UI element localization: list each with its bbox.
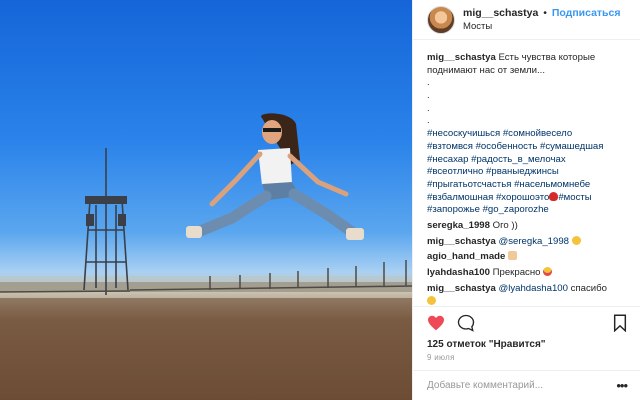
hashtag[interactable]: #всеотлично — [427, 166, 483, 177]
post-header: mig__schastya • Подписаться Мосты — [413, 0, 640, 40]
hashtag[interactable]: #взбалмошная — [427, 192, 493, 203]
comment-username[interactable]: lyahdasha100 — [427, 267, 490, 278]
comment-text: Прекрасно — [492, 267, 541, 279]
heart-emoji-icon — [549, 191, 559, 201]
comment-icon[interactable] — [457, 314, 475, 337]
hashtag[interactable]: #несоскучишься — [427, 128, 500, 139]
comment-item: mig__schastya @lyahdasha100 спасибо — [427, 283, 633, 306]
location-link[interactable]: Мосты — [463, 20, 620, 34]
caption-dot: . — [427, 115, 430, 127]
caption-dot: . — [427, 90, 430, 102]
hashtag[interactable]: #хорошоэто — [496, 192, 549, 203]
comment-mention[interactable]: @seregka_1998 — [498, 236, 569, 247]
like-heart-icon[interactable] — [427, 315, 445, 336]
hashtag[interactable]: #сумашедшая — [540, 141, 603, 152]
action-bar: 125 отметок "Нравится" 9 июля — [413, 306, 640, 362]
thumbs-up-emoji-icon — [508, 251, 518, 261]
header-text: mig__schastya • Подписаться Мосты — [463, 6, 620, 34]
hashtag-list: #несоскучишься #сомнойвесело #взтомвся #… — [427, 128, 633, 217]
post-panel: mig__schastya • Подписаться Мосты mig__s… — [412, 0, 640, 400]
avatar[interactable] — [427, 5, 455, 34]
comments-list[interactable]: mig__schastya Есть чувства которые подни… — [427, 52, 633, 306]
caption: mig__schastya Есть чувства которые подни… — [427, 52, 633, 217]
hashtag[interactable]: #особенность — [476, 141, 538, 152]
hashtag[interactable]: #go_zaporozhe — [483, 204, 549, 215]
hashtag[interactable]: #сомнойвесело — [503, 128, 572, 139]
comment-item: seregka_1998 Ого )) — [427, 220, 633, 233]
caption-dots: . . . . — [427, 77, 633, 128]
hashtag[interactable]: #мосты — [558, 192, 591, 203]
smile-emoji-icon — [571, 235, 581, 245]
header-separator: • — [543, 6, 547, 19]
post-date[interactable]: 9 июля — [427, 353, 455, 362]
jumping-person — [186, 113, 364, 240]
comment-text: Ого )) — [492, 220, 518, 232]
hashtag[interactable]: #запорожье — [427, 204, 480, 215]
more-options-icon[interactable]: ••• — [616, 378, 628, 393]
hashtag[interactable]: #насельмомнебе — [514, 179, 590, 190]
caption-dot: . — [427, 77, 430, 89]
comment-item: lyahdasha100 Прекрасно — [427, 267, 633, 280]
header-username[interactable]: mig__schastya — [463, 7, 538, 19]
caption-dot: . — [427, 102, 430, 114]
comment-text: спасибо — [570, 282, 607, 294]
comment-input[interactable] — [427, 380, 607, 391]
hashtag[interactable]: #несахар — [427, 154, 468, 165]
comment-item: mig__schastya @seregka_1998 — [427, 235, 633, 249]
follow-button[interactable]: Подписаться — [552, 7, 621, 19]
hashtag[interactable]: #рваныеджинсы — [486, 166, 559, 177]
heart-eyes-emoji-icon — [543, 267, 553, 277]
comment-item: agio_hand_made — [427, 251, 633, 264]
comment-username[interactable]: agio_hand_made — [427, 251, 505, 262]
bookmark-icon[interactable] — [613, 313, 627, 337]
caption-username[interactable]: mig__schastya — [427, 52, 496, 63]
hashtag[interactable]: #взтомвся — [427, 141, 473, 152]
comment-username[interactable]: mig__schastya — [427, 236, 496, 247]
post-photo[interactable] — [0, 0, 412, 400]
hashtag[interactable]: #прыгатьотсчастья — [427, 179, 511, 190]
hashtag[interactable]: #радость_в_мелочах — [471, 154, 565, 165]
smile-emoji-icon — [427, 295, 436, 305]
photo-scene — [0, 113, 412, 400]
add-comment-bar: ••• — [413, 370, 640, 400]
comment-username[interactable]: mig__schastya — [427, 283, 496, 294]
likes-count[interactable]: 125 отметок "Нравится" — [427, 339, 546, 350]
comment-mention[interactable]: @lyahdasha100 — [498, 283, 568, 294]
comment-username[interactable]: seregka_1998 — [427, 220, 490, 231]
